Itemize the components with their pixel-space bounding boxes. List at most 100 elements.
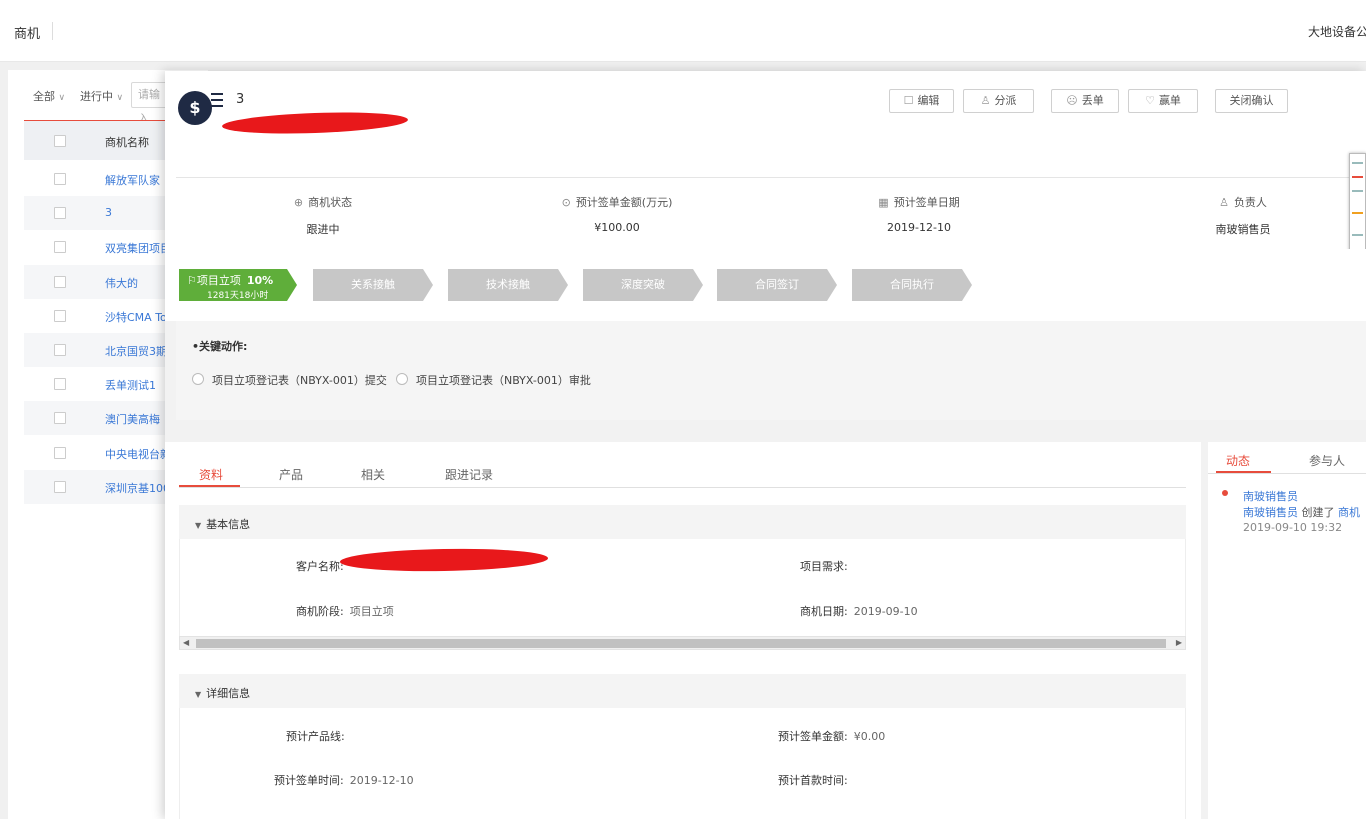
tab-products[interactable]: 产品 — [279, 466, 303, 483]
stage-item[interactable]: 关系接触 — [313, 269, 433, 301]
key-action-label[interactable]: 项目立项登记表（NBYX-001）提交 — [212, 372, 387, 388]
requirement-field: 项目需求: — [800, 558, 848, 574]
tab-follow-up[interactable]: 跟进记录 — [445, 466, 493, 483]
money-icon: ⊙ — [561, 196, 571, 209]
sign-time-value: 2019-12-10 — [349, 774, 414, 787]
key-actions-panel: •关键动作: 项目立项登记表（NBYX-001）提交 项目立项登记表（NBYX-… — [176, 321, 1366, 420]
row-checkbox[interactable] — [54, 344, 66, 356]
scrollbar-thumb[interactable] — [196, 639, 1166, 648]
stat-amount-label: ⊙ 预计签单金额(万元) — [507, 194, 727, 210]
row-checkbox[interactable] — [54, 378, 66, 391]
chevron-down-icon: ∨ — [58, 93, 66, 103]
opportunity-date-value: 2019-09-10 — [853, 605, 918, 618]
opportunity-name-link[interactable]: 双亮集团项目 — [105, 240, 171, 256]
list-item[interactable]: 伟大的 — [24, 264, 174, 299]
user-icon: ♙ — [980, 94, 991, 107]
stat-sign-date-value: 2019-12-10 — [887, 221, 951, 234]
row-checkbox[interactable] — [54, 173, 66, 185]
row-checkbox[interactable] — [54, 207, 66, 220]
sad-face-icon: ☹ — [1066, 94, 1078, 107]
opportunity-name-link[interactable]: 中央电视台新 — [105, 446, 171, 462]
assign-button[interactable]: ♙ 分派 — [963, 89, 1034, 113]
list-item[interactable]: 沙特CMA To — [24, 299, 174, 333]
key-action-radio[interactable] — [192, 373, 204, 385]
stage-item[interactable]: 技术接触 — [448, 269, 568, 301]
stage-item[interactable]: 合同执行 — [852, 269, 972, 301]
opportunity-name-link[interactable]: 北京国贸3期 — [105, 343, 167, 359]
detail-info-title: 详细信息 — [206, 687, 251, 700]
tabs-divider — [179, 487, 1186, 488]
row-checkbox[interactable] — [54, 480, 66, 493]
stage-value: 项目立项 — [349, 605, 394, 618]
filter-all-dropdown[interactable]: 全部 ∨ — [33, 88, 65, 104]
detail-info-section-header[interactable]: ▼ 详细信息 — [179, 674, 1186, 708]
stat-sign-date-label-text: 预计签单日期 — [893, 196, 960, 209]
tab-related[interactable]: 相关 — [361, 466, 385, 483]
select-all-checkbox[interactable] — [54, 135, 66, 147]
lose-button[interactable]: ☹ 丢单 — [1051, 89, 1119, 113]
opportunity-name-link[interactable]: 解放军队家 — [105, 172, 160, 188]
edit-icon: ☐ — [903, 94, 914, 107]
stat-amount-label-text: 预计签单金额(万元) — [575, 196, 673, 209]
stage-active-label: 项目立项 — [196, 274, 241, 287]
list-item[interactable]: 3 — [24, 196, 174, 231]
tab-participants[interactable]: 参与人 — [1309, 452, 1345, 469]
list-item[interactable]: 解放军队家 — [24, 162, 174, 196]
activity-line-actor[interactable]: 南玻销售员 — [1243, 506, 1298, 519]
row-checkbox[interactable] — [54, 241, 66, 254]
customer-name-label: 客户名称: — [296, 560, 344, 573]
list-item[interactable]: 双亮集团项目 — [24, 230, 174, 264]
first-payment-label: 预计首款时间: — [778, 774, 848, 787]
list-item[interactable]: 澳门美高梅 — [24, 401, 174, 436]
filter-status-label: 进行中 — [80, 90, 113, 103]
opportunity-name-link[interactable]: 澳门美高梅 — [105, 411, 160, 427]
opportunity-name-link[interactable]: 伟大的 — [105, 275, 138, 291]
win-button[interactable]: ♡ 赢单 — [1128, 89, 1198, 113]
opportunity-name-link[interactable]: 深圳京基100 — [105, 480, 170, 496]
list-item[interactable]: 深圳京基100 — [24, 469, 174, 504]
filter-status-dropdown[interactable]: 进行中 ∨ — [80, 88, 123, 104]
row-checkbox[interactable] — [54, 446, 66, 459]
stage-active[interactable]: ⚐项目立项 10% 1281天18小时 — [179, 269, 297, 301]
list-item[interactable]: 丢单测试1 — [24, 367, 174, 401]
opportunity-name-link[interactable]: 丢单测试1 — [105, 377, 156, 393]
list-item[interactable]: 北京国贸3期 — [24, 333, 174, 367]
row-checkbox[interactable] — [54, 412, 66, 425]
opportunity-detail-drawer: $ 3 ☐ 编辑 ♙ 分派 ☹ 丢单 ♡ 赢单 关闭确认 ⊕ 商机状态 跟进中 ⊙ 预计签单… — [165, 71, 1366, 819]
sign-time-label: 预计签单时间: — [274, 774, 344, 787]
filter-all-label: 全部 — [33, 90, 55, 103]
win-label: 赢单 — [1158, 94, 1181, 107]
first-payment-field: 预计首款时间: — [778, 772, 848, 788]
close-confirm-button[interactable]: 关闭确认 — [1215, 89, 1288, 113]
expected-amount-field: 预计签单金额: ¥0.00 — [778, 728, 885, 744]
list-item[interactable]: 中央电视台新 — [24, 436, 174, 470]
stage-item[interactable]: 深度突破 — [583, 269, 703, 301]
key-stats: ⊕ 商机状态 跟进中 ⊙ 预计签单金额(万元) ¥100.00 ▦ 预计签单日期 20… — [165, 181, 1366, 241]
tab-info[interactable]: 资料 — [199, 466, 223, 483]
product-line-field: 预计产品线: — [286, 728, 345, 744]
row-checkbox[interactable] — [54, 309, 66, 322]
stat-sign-date-label: ▦ 预计签单日期 — [809, 194, 1029, 210]
activity-actor-link[interactable]: 南玻销售员 — [1243, 488, 1298, 504]
horizontal-scrollbar[interactable]: ◀ ▶ — [179, 636, 1186, 650]
key-action-label[interactable]: 项目立项登记表（NBYX-001）审批 — [416, 372, 591, 388]
detail-info-body: 预计产品线: 预计签单金额: ¥0.00 预计签单时间: 2019-12-10 预计… — [179, 708, 1186, 819]
key-action-radio[interactable] — [396, 373, 408, 385]
row-checkbox[interactable] — [54, 275, 66, 288]
thumbs-up-icon: ♡ — [1145, 94, 1155, 107]
stage-active-duration: 1281天18小时 — [207, 291, 269, 301]
opportunity-name-link[interactable]: 沙特CMA To — [105, 309, 167, 325]
basic-info-section-header[interactable]: ▼ 基本信息 — [179, 505, 1186, 539]
edit-button[interactable]: ☐ 编辑 — [889, 89, 954, 113]
sign-time-field: 预计签单时间: 2019-12-10 — [274, 772, 414, 788]
header-divider — [176, 177, 1366, 178]
tab-activity[interactable]: 动态 — [1226, 452, 1250, 469]
scroll-left-icon[interactable]: ◀ — [183, 637, 189, 649]
company-name[interactable]: 大地设备公司 — [1308, 23, 1366, 40]
caret-down-icon: ▼ — [195, 690, 202, 699]
activity-line-object[interactable]: 商机 — [1338, 506, 1360, 519]
scroll-right-icon[interactable]: ▶ — [1176, 637, 1182, 649]
opportunity-name-link[interactable]: 3 — [105, 206, 112, 219]
stat-owner-label-text: 负责人 — [1233, 196, 1267, 209]
stage-item[interactable]: 合同签订 — [717, 269, 837, 301]
